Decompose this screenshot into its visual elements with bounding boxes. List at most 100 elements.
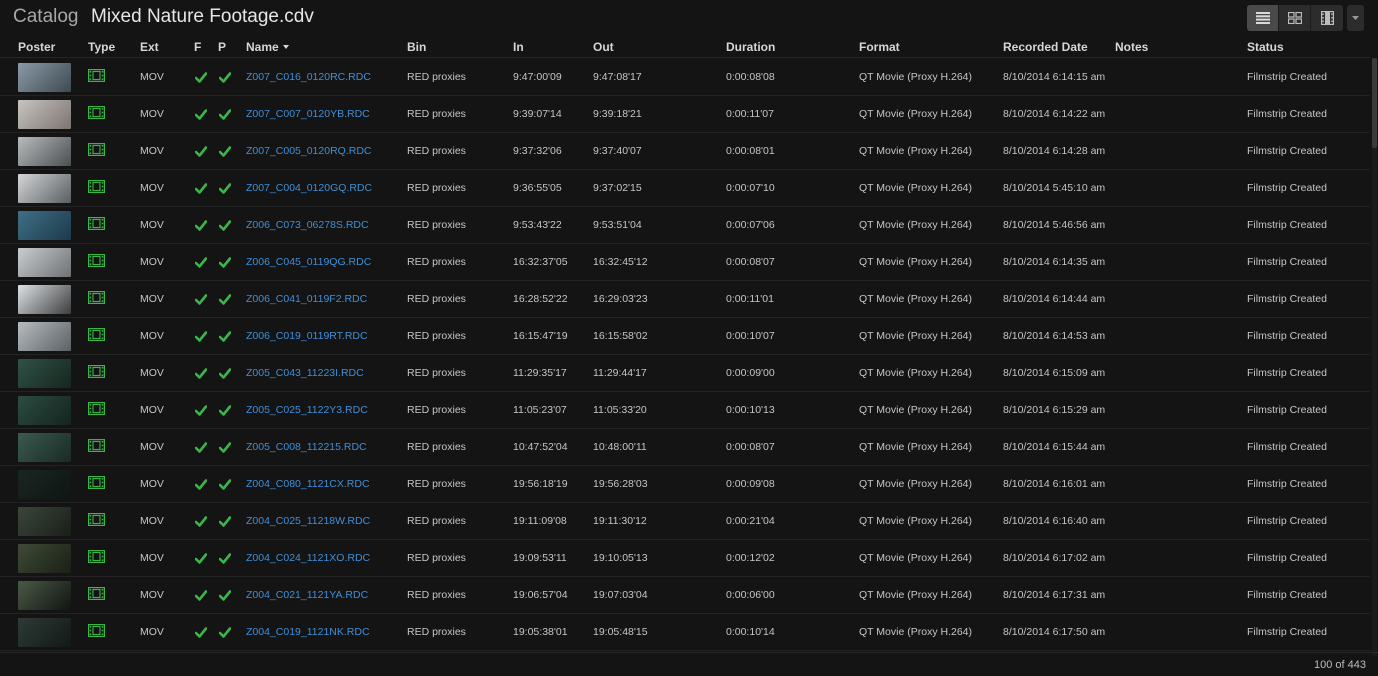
filmstrip-check-icon [194,70,208,88]
poster-thumbnail[interactable] [18,618,71,647]
movie-type-icon [88,402,106,420]
vertical-scrollbar[interactable] [1372,58,1377,656]
recorded-date-cell: 8/10/2014 6:17:31 am [1003,589,1106,601]
recorded-date-cell: 8/10/2014 6:14:44 am [1003,293,1106,305]
column-header-format[interactable]: Format [859,40,900,54]
clip-name-link[interactable]: Z007_C004_0120GQ.RDC [246,182,372,194]
column-header-bin[interactable]: Bin [407,40,426,54]
poster-thumbnail[interactable] [18,211,71,240]
clip-name-link[interactable]: Z005_C025_1122Y3.RDC [246,404,368,416]
proxy-check-icon [218,218,232,236]
clip-name-link[interactable]: Z005_C008_112215.RDC [246,441,367,453]
filmstrip-check-icon [194,329,208,347]
poster-thumbnail[interactable] [18,581,71,610]
movie-type-icon [88,328,106,346]
clip-name-link[interactable]: Z006_C045_0119QG.RDC [246,256,371,268]
poster-thumbnail[interactable] [18,63,71,92]
poster-thumbnail[interactable] [18,507,71,536]
poster-thumbnail[interactable] [18,470,71,499]
clip-name-link[interactable]: Z007_C005_0120RQ.RDC [246,145,372,157]
clip-name-link[interactable]: Z004_C025_11218W.RDC [246,515,370,527]
clip-name-link[interactable]: Z004_C019_1121NK.RDC [246,626,370,638]
poster-thumbnail[interactable] [18,285,71,314]
recorded-date-cell: 8/10/2014 6:17:50 am [1003,626,1106,638]
clip-name-link[interactable]: Z004_C024_1121XO.RDC [246,552,370,564]
table-row[interactable]: MOV Z004_C021_1121YA.RDC RED proxies 19:06:… [0,577,1370,614]
duration-cell: 0:00:07'06 [726,219,775,231]
list-view-button[interactable] [1247,5,1279,31]
table-row[interactable]: MOV Z007_C004_0120GQ.RDC RED proxies 9:36:5… [0,170,1370,207]
out-cell: 9:47:08'17 [593,71,642,83]
in-cell: 16:28:52'22 [513,293,568,305]
clip-name-link[interactable]: Z007_C007_0120YB.RDC [246,108,370,120]
clip-name-link[interactable]: Z006_C073_06278S.RDC [246,219,369,231]
table-row[interactable]: MOV Z007_C005_0120RQ.RDC RED proxies 9:37:3… [0,133,1370,170]
table-row[interactable]: MOV Z004_C080_1121CX.RDC RED proxies 19:56:… [0,466,1370,503]
clip-name-link[interactable]: Z006_C019_0119RT.RDC [246,330,368,342]
table-row[interactable]: MOV Z006_C045_0119QG.RDC RED proxies 16:32:… [0,244,1370,281]
table-row[interactable]: MOV Z006_C041_0119F2.RDC RED proxies 16:28:… [0,281,1370,318]
table-row[interactable]: MOV Z007_C016_0120RC.RDC RED proxies 9:47:0… [0,59,1370,96]
status-cell: Filmstrip Created [1247,367,1327,379]
table-row[interactable]: MOV Z004_C025_11218W.RDC RED proxies 19:11:… [0,503,1370,540]
status-cell: Filmstrip Created [1247,404,1327,416]
bin-cell: RED proxies [407,71,466,83]
poster-thumbnail[interactable] [18,396,71,425]
format-cell: QT Movie (Proxy H.264) [859,589,973,601]
filmstrip-view-button[interactable] [1311,5,1343,31]
list-view-icon [1255,12,1270,24]
proxy-check-icon [218,181,232,199]
clip-name-link[interactable]: Z004_C021_1121YA.RDC [246,589,368,601]
clip-name-link[interactable]: Z006_C041_0119F2.RDC [246,293,367,305]
column-header-notes[interactable]: Notes [1115,40,1148,54]
movie-type-icon [88,180,106,198]
grid-view-button[interactable] [1279,5,1311,31]
poster-thumbnail[interactable] [18,322,71,351]
column-header-type[interactable]: Type [88,40,115,54]
table-row[interactable]: MOV Z005_C008_112215.RDC RED proxies 10:47:… [0,429,1370,466]
table-row[interactable]: MOV Z006_C073_06278S.RDC RED proxies 9:53:4… [0,207,1370,244]
view-options-dropdown[interactable] [1347,5,1364,31]
duration-cell: 0:00:21'04 [726,515,775,527]
poster-thumbnail[interactable] [18,544,71,573]
column-header-recorded-date[interactable]: Recorded Date [1003,40,1088,54]
table-row[interactable]: MOV Z005_C025_1122Y3.RDC RED proxies 11:05:… [0,392,1370,429]
column-header-p[interactable]: P [218,40,226,54]
proxy-check-icon [218,403,232,421]
clip-name-link[interactable]: Z007_C016_0120RC.RDC [246,71,371,83]
proxy-check-icon [218,440,232,458]
ext-cell: MOV [140,108,164,120]
scrollbar-thumb[interactable] [1372,58,1377,148]
recorded-date-cell: 8/10/2014 6:14:15 am [1003,71,1106,83]
ext-cell: MOV [140,552,164,564]
column-header-out[interactable]: Out [593,40,614,54]
poster-thumbnail[interactable] [18,433,71,462]
table-row[interactable]: MOV Z004_C019_1121NK.RDC RED proxies 19:05:… [0,614,1370,651]
poster-thumbnail[interactable] [18,174,71,203]
format-cell: QT Movie (Proxy H.264) [859,182,973,194]
column-header-name[interactable]: Name [246,40,289,54]
column-header-in[interactable]: In [513,40,524,54]
table-row[interactable]: MOV Z007_C007_0120YB.RDC RED proxies 9:39:0… [0,96,1370,133]
format-cell: QT Movie (Proxy H.264) [859,626,973,638]
table-row[interactable]: MOV Z005_C043_11223I.RDC RED proxies 11:29:… [0,355,1370,392]
poster-thumbnail[interactable] [18,137,71,166]
column-header-f[interactable]: F [194,40,201,54]
column-header-duration[interactable]: Duration [726,40,775,54]
duration-cell: 0:00:10'13 [726,404,775,416]
clip-name-link[interactable]: Z004_C080_1121CX.RDC [246,478,370,490]
ext-cell: MOV [140,219,164,231]
poster-thumbnail[interactable] [18,100,71,129]
column-header-poster[interactable]: Poster [18,40,55,54]
format-cell: QT Movie (Proxy H.264) [859,219,973,231]
status-cell: Filmstrip Created [1247,589,1327,601]
column-header-ext[interactable]: Ext [140,40,159,54]
poster-thumbnail[interactable] [18,248,71,277]
table-row[interactable]: MOV Z004_C024_1121XO.RDC RED proxies 19:09:… [0,540,1370,577]
ext-cell: MOV [140,182,164,194]
clip-name-link[interactable]: Z005_C043_11223I.RDC [246,367,364,379]
table-row[interactable]: MOV Z006_C019_0119RT.RDC RED proxies 16:15:… [0,318,1370,355]
column-header-status[interactable]: Status [1247,40,1284,54]
poster-thumbnail[interactable] [18,359,71,388]
movie-type-icon [88,106,106,124]
